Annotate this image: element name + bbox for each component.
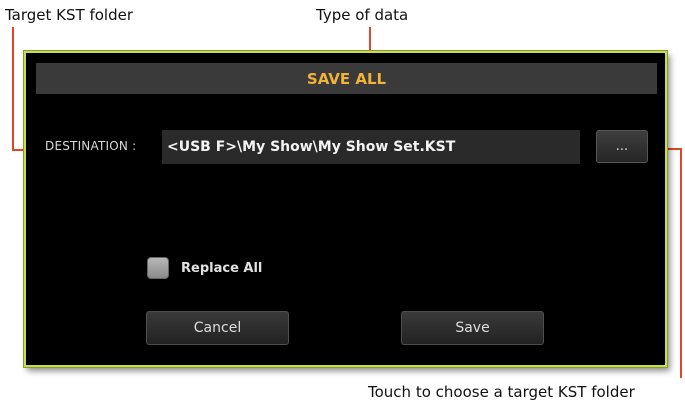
replace-all-option[interactable]: Replace All bbox=[147, 257, 262, 279]
leader-line-browse-vertical bbox=[680, 148, 682, 378]
save-button[interactable]: Save bbox=[401, 311, 544, 345]
callout-touch-to-choose: Touch to choose a target KST folder bbox=[368, 383, 635, 401]
destination-field[interactable]: <USB F>\My Show\My Show Set.KST bbox=[162, 130, 580, 164]
callout-type-of-data: Type of data bbox=[316, 6, 409, 24]
cancel-button[interactable]: Cancel bbox=[146, 311, 289, 345]
cancel-button-label: Cancel bbox=[193, 320, 242, 336]
dialog-title-bar: SAVE ALL bbox=[36, 63, 657, 94]
replace-all-checkbox[interactable] bbox=[147, 257, 169, 279]
replace-all-label: Replace All bbox=[181, 260, 263, 276]
save-button-label: Save bbox=[455, 320, 490, 336]
destination-label: DESTINATION : bbox=[45, 139, 137, 153]
browse-button-label: ... bbox=[615, 139, 629, 154]
destination-path: <USB F>\My Show\My Show Set.KST bbox=[167, 139, 456, 155]
dialog-title: SAVE ALL bbox=[306, 69, 387, 88]
browse-button[interactable]: ... bbox=[596, 130, 648, 163]
leader-line-target-folder-vertical bbox=[12, 27, 14, 151]
callout-target-folder: Target KST folder bbox=[5, 6, 134, 24]
save-all-dialog: SAVE ALL DESTINATION : <USB F>\My Show\M… bbox=[24, 51, 667, 367]
